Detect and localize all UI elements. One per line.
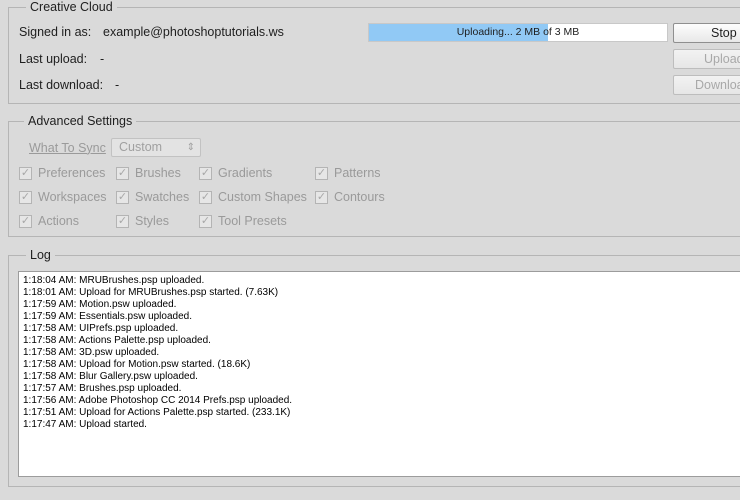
log-line: 1:17:51 AM: Upload for Actions Palette.p… [23,407,291,418]
contours-label: Contours [334,190,385,204]
preferences-checkbox[interactable]: ✓ [19,167,32,180]
swatches-checkbox[interactable]: ✓ [116,191,129,204]
advanced-settings-legend: Advanced Settings [24,114,137,128]
signed-in-email: example@photoshoptutorials.ws [103,25,284,39]
styles-label: Styles [135,214,170,228]
gradients-checkbox[interactable]: ✓ [199,167,212,180]
tool-presets-checkbox[interactable]: ✓ [199,215,212,228]
brushes-label: Brushes [135,166,181,180]
what-to-sync-value: Custom [119,140,163,154]
last-upload-label: Last upload: [19,52,88,66]
download-button[interactable]: Download [673,75,740,95]
last-download-value: - [115,78,120,92]
upload-button[interactable]: Upload [673,49,740,69]
patterns-checkbox[interactable]: ✓ [315,167,328,180]
log-line: 1:17:58 AM: Blur Gallery.psw uploaded. [23,371,198,382]
signed-in-label: Signed in as: [19,25,92,39]
styles-checkbox[interactable]: ✓ [116,215,129,228]
what-to-sync-label: What To Sync [29,141,106,155]
last-upload-value: - [100,52,105,66]
swatches-label: Swatches [135,190,190,204]
gradients-label: Gradients [218,166,273,180]
patterns-label: Patterns [334,166,381,180]
workspaces-label: Workspaces [38,190,107,204]
actions-checkbox[interactable]: ✓ [19,215,32,228]
upload-progress-text: Uploading... 2 MB of 3 MB [456,26,580,38]
what-to-sync-select[interactable]: Custom ⇕ [111,138,201,157]
custom-shapes-checkbox[interactable]: ✓ [199,191,212,204]
log-line: 1:17:47 AM: Upload started. [23,419,147,430]
preferences-label: Preferences [38,166,106,180]
log-line: 1:17:58 AM: 3D.psw uploaded. [23,347,160,358]
custom-shapes-label: Custom Shapes [218,190,307,204]
log-text-area[interactable]: 1:18:04 AM: MRUBrushes.psp uploaded. 1:18… [18,271,740,477]
upload-progress-bar: Uploading... 2 MB of 3 MB [368,23,668,42]
brushes-checkbox[interactable]: ✓ [116,167,129,180]
log-legend: Log [26,248,55,262]
creative-cloud-legend: Creative Cloud [26,0,117,14]
tool-presets-label: Tool Presets [218,214,287,228]
log-line: 1:17:57 AM: Brushes.psp uploaded. [23,383,182,394]
log-line: 1:17:58 AM: Actions Palette.psp uploaded… [23,335,211,346]
log-line: 1:17:58 AM: UIPrefs.psp uploaded. [23,323,179,334]
chevron-updown-icon: ⇕ [186,142,195,153]
contours-checkbox[interactable]: ✓ [315,191,328,204]
log-line: 1:17:59 AM: Motion.psw uploaded. [23,299,177,310]
last-download-label: Last download: [19,78,104,92]
log-line: 1:17:56 AM: Adobe Photoshop CC 2014 Pref… [23,395,293,406]
log-line: 1:17:58 AM: Upload for Motion.psw starte… [23,359,251,370]
log-line: 1:17:59 AM: Essentials.psw uploaded. [23,311,192,322]
workspaces-checkbox[interactable]: ✓ [19,191,32,204]
log-line: 1:18:04 AM: MRUBrushes.psp uploaded. [23,275,205,286]
actions-label: Actions [38,214,79,228]
stop-button[interactable]: Stop [673,23,740,43]
log-line: 1:18:01 AM: Upload for MRUBrushes.psp st… [23,287,279,298]
